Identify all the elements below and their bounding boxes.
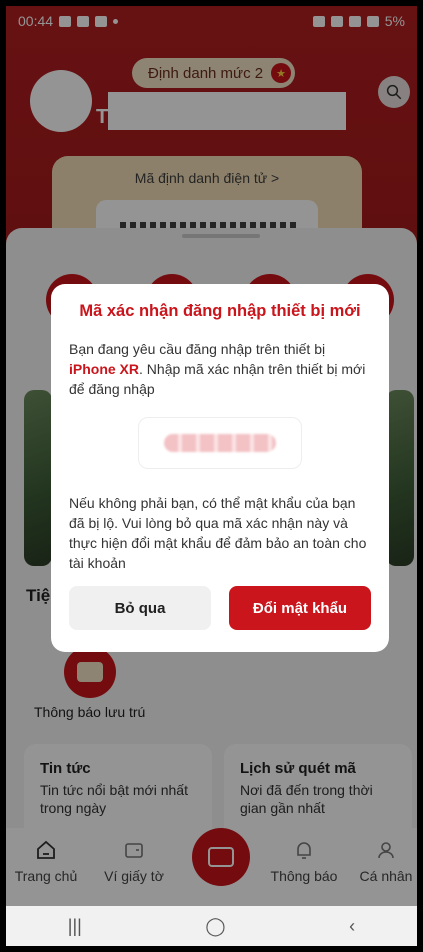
dialog-body-before: Bạn đang yêu cầu đăng nhập trên thiết bị (69, 341, 326, 357)
new-device-login-dialog: Mã xác nhận đăng nhập thiết bị mới Bạn đ… (51, 284, 389, 652)
recent-apps-icon[interactable]: ||| (68, 916, 82, 937)
skip-button[interactable]: Bỏ qua (69, 586, 211, 630)
dialog-actions: Bỏ qua Đổi mật khẩu (69, 586, 371, 630)
back-chevron-icon[interactable]: ‹ (349, 916, 355, 937)
home-circle-icon[interactable]: ◯ (205, 916, 225, 937)
dialog-body: Bạn đang yêu cầu đăng nhập trên thiết bị… (69, 339, 371, 399)
change-password-button[interactable]: Đổi mật khẩu (229, 586, 371, 630)
verification-code-obscured (164, 434, 276, 452)
system-navigation-bar: ||| ◯ ‹ (6, 906, 417, 946)
phone-screen: 00:44 5% T Định danh mức 2 ★ Mã định dan… (6, 6, 417, 946)
dialog-title: Mã xác nhận đăng nhập thiết bị mới (79, 302, 361, 320)
device-name: iPhone XR (69, 361, 140, 377)
verification-code-box (138, 417, 302, 469)
dialog-warning: Nếu không phải bạn, có thể mật khẩu của … (69, 495, 367, 571)
